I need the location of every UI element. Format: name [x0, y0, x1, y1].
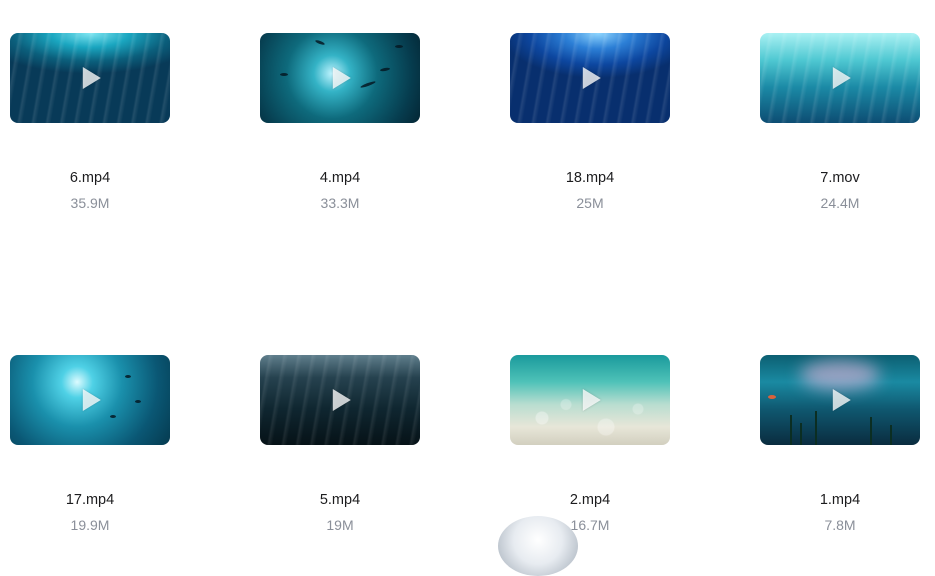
video-thumbnail[interactable]	[260, 355, 420, 445]
seaweed-shape	[870, 417, 872, 445]
file-size: 7.8M	[824, 517, 856, 533]
play-icon[interactable]	[582, 389, 601, 411]
video-card[interactable]: 5.mp4 19M	[260, 355, 420, 555]
file-size: 24.4M	[820, 195, 860, 211]
play-icon[interactable]	[832, 67, 851, 89]
video-card[interactable]: 18.mp4 25M	[510, 33, 670, 233]
play-icon[interactable]	[582, 67, 601, 89]
seaweed-shape	[890, 425, 892, 445]
video-thumbnail[interactable]	[760, 33, 920, 123]
file-name: 18.mp4	[565, 170, 615, 186]
video-thumbnail[interactable]	[510, 355, 670, 445]
file-name: 6.mp4	[69, 170, 111, 186]
fish-shape	[395, 45, 403, 48]
video-thumbnail[interactable]	[10, 33, 170, 123]
video-thumbnail[interactable]	[10, 355, 170, 445]
video-card[interactable]: 17.mp4 19.9M	[10, 355, 170, 555]
video-card[interactable]: 6.mp4 35.9M	[10, 33, 170, 233]
play-icon[interactable]	[832, 389, 851, 411]
video-thumbnail[interactable]	[260, 33, 420, 123]
file-name: 4.mp4	[319, 170, 361, 186]
play-icon[interactable]	[82, 67, 101, 89]
fish-shape	[125, 375, 131, 378]
fish-shape	[135, 400, 141, 403]
file-size: 19M	[326, 517, 354, 533]
file-name: 17.mp4	[65, 492, 115, 508]
video-thumbnail[interactable]	[760, 355, 920, 445]
seaweed-shape	[790, 415, 792, 445]
play-icon[interactable]	[82, 389, 101, 411]
fish-shape	[314, 39, 326, 46]
fish-shape	[110, 415, 116, 418]
fish-shape	[379, 67, 391, 72]
video-card[interactable]: 4.mp4 33.3M	[260, 33, 420, 233]
file-name: 2.mp4	[569, 492, 611, 508]
file-name: 5.mp4	[319, 492, 361, 508]
file-size: 19.9M	[70, 517, 110, 533]
file-name: 1.mp4	[819, 492, 861, 508]
video-card[interactable]: 1.mp4 7.8M	[760, 355, 920, 555]
file-name: 7.mov	[820, 170, 860, 186]
play-icon[interactable]	[332, 67, 351, 89]
seaweed-shape	[800, 423, 802, 445]
play-icon[interactable]	[332, 389, 351, 411]
fish-shape	[768, 395, 776, 399]
fish-shape	[359, 80, 377, 89]
seaweed-shape	[815, 411, 817, 445]
floating-assistant-orb[interactable]	[498, 516, 578, 576]
video-thumbnail[interactable]	[510, 33, 670, 123]
light-glow	[800, 360, 880, 390]
file-size: 33.3M	[320, 195, 360, 211]
file-size: 25M	[576, 195, 604, 211]
video-grid: 6.mp4 35.9M 4.mp4 33.3M 18.mp4 25M 7.mov…	[0, 0, 935, 545]
fish-shape	[280, 73, 288, 76]
file-size: 35.9M	[70, 195, 110, 211]
video-card[interactable]: 7.mov 24.4M	[760, 33, 920, 233]
